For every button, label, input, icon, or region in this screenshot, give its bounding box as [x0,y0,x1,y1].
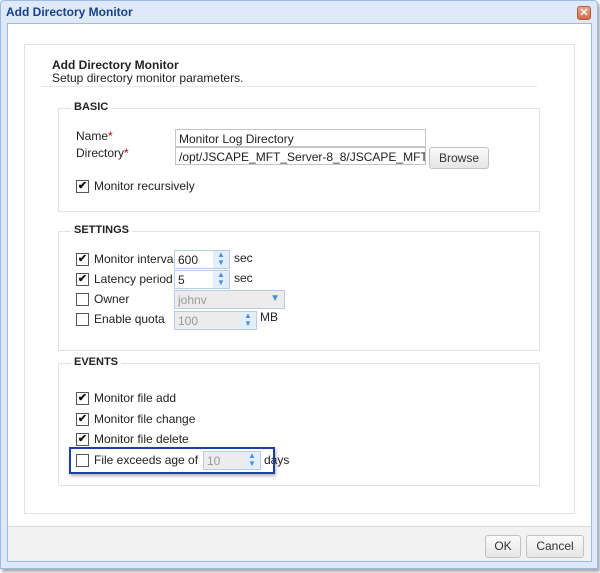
file-delete-label: Monitor file delete [94,432,189,446]
monitor-interval-label: Monitor interval [94,252,177,266]
check-icon: ✔ [77,273,88,285]
enable-quota-label: Enable quota [94,312,165,326]
check-icon: ✔ [77,433,88,445]
latency-period-spinner[interactable]: 5 ▲ ▼ [174,270,230,289]
recursive-label: Monitor recursively [94,179,195,193]
file-add-checkbox[interactable]: ✔ [76,392,89,405]
title-bar[interactable]: Add Directory Monitor ✕ [1,1,597,23]
basic-legend: BASIC [71,101,112,113]
latency-period-label: Latency period [94,272,173,286]
file-delete-checkbox[interactable]: ✔ [76,433,89,446]
monitor-interval-checkbox[interactable]: ✔ [76,253,89,266]
content-panel: Add Directory Monitor Setup directory mo… [24,44,575,514]
enable-quota-unit: MB [260,310,278,324]
owner-value: johnv [178,293,207,307]
check-icon: ✔ [77,253,88,265]
close-icon: ✕ [579,7,589,19]
enable-quota-value: 100 [178,314,199,328]
browse-button[interactable]: Browse [429,147,489,169]
name-input[interactable]: Monitor Log Directory [175,129,426,147]
enable-quota-spinner[interactable]: 100 ▲ ▼ [174,311,257,330]
monitor-interval-value: 600 [178,253,199,267]
name-label: Name* [76,129,113,143]
check-icon: ✔ [77,392,88,404]
latency-period-value: 5 [178,273,185,287]
owner-select[interactable]: johnv ▼ [174,290,285,309]
events-legend: EVENTS [71,356,122,368]
file-add-label: Monitor file add [94,391,177,405]
directory-input[interactable]: /opt/JSCAPE_MFT_Server-8_8/JSCAPE_MFT_ [175,147,426,165]
cancel-button[interactable]: Cancel [526,535,584,558]
panel-title: Add Directory Monitor [52,58,179,72]
dialog-title: Add Directory Monitor [6,5,133,19]
header-divider [41,86,537,87]
check-icon: ✔ [77,180,88,192]
settings-fieldset: SETTINGS ✔ Monitor interval 600 ▲ ▼ sec ✔… [58,224,540,351]
check-icon: ✔ [77,413,88,425]
owner-checkbox[interactable] [76,293,89,306]
spinner-arrows-icon[interactable]: ▲ ▼ [240,312,256,329]
panel-subtitle: Setup directory monitor parameters. [52,71,244,85]
file-change-label: Monitor file change [94,412,196,426]
settings-legend: SETTINGS [71,224,133,236]
close-button[interactable]: ✕ [577,6,591,20]
spinner-arrows-icon[interactable]: ▲ ▼ [213,271,229,288]
chevron-down-icon[interactable]: ▼ [270,293,280,304]
spinner-arrows-icon[interactable]: ▲ ▼ [213,251,229,268]
basic-fieldset: BASIC Name* Monitor Log Directory Direct… [58,101,540,212]
latency-period-checkbox[interactable]: ✔ [76,273,89,286]
directory-label: Directory* [76,146,129,160]
monitor-interval-unit: sec [234,251,253,265]
dialog-footer: OK Cancel [7,526,592,562]
owner-label: Owner [94,292,130,306]
monitor-interval-spinner[interactable]: 600 ▲ ▼ [174,250,230,269]
dialog-window: Add Directory Monitor ✕ Add Directory Mo… [0,0,598,569]
recursive-checkbox[interactable]: ✔ [76,180,89,193]
focus-highlight [69,447,275,474]
latency-period-unit: sec [234,271,253,285]
enable-quota-checkbox[interactable] [76,313,89,326]
file-change-checkbox[interactable]: ✔ [76,413,89,426]
ok-button[interactable]: OK [485,535,521,558]
